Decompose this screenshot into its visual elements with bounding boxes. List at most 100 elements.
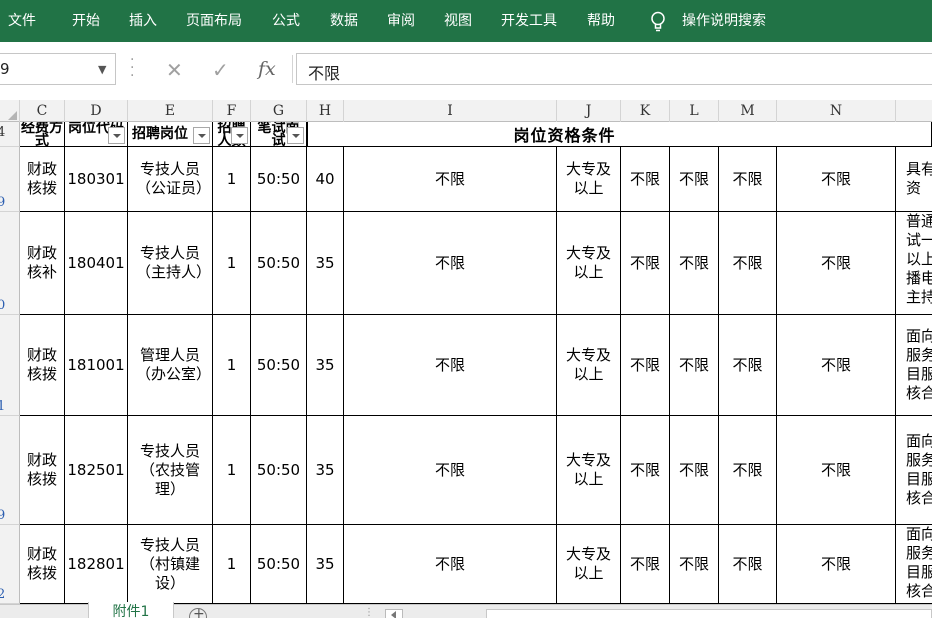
tab-help[interactable]: 帮助: [587, 12, 615, 30]
cell-h[interactable]: 35: [307, 416, 344, 525]
cell-m[interactable]: 不限: [719, 147, 777, 212]
cell-n[interactable]: 不限: [777, 416, 896, 525]
cell-d[interactable]: 181001: [65, 315, 128, 416]
tab-view[interactable]: 视图: [444, 12, 472, 30]
cell-f[interactable]: 1: [213, 416, 251, 525]
chevron-down-icon[interactable]: ▼: [98, 63, 106, 76]
cell-o[interactable]: 面向服务目服核合: [896, 315, 932, 416]
name-box[interactable]: 9 ▼: [0, 53, 116, 85]
cell-i[interactable]: 不限: [344, 212, 557, 315]
cell-o[interactable]: 面向服务目服核合: [896, 416, 932, 525]
cell-j[interactable]: 大专及以上: [557, 212, 621, 315]
cell-m[interactable]: 不限: [719, 525, 777, 604]
tab-insert[interactable]: 插入: [129, 12, 157, 30]
cell-n[interactable]: 不限: [777, 147, 896, 212]
row-header[interactable]: 9: [0, 416, 20, 525]
cell-g[interactable]: 50:50: [251, 212, 307, 315]
cell-l[interactable]: 不限: [670, 416, 719, 525]
cell-n[interactable]: 不限: [777, 212, 896, 315]
cell-i[interactable]: 不限: [344, 147, 557, 212]
tab-data[interactable]: 数据: [330, 12, 358, 30]
cell-d[interactable]: 182501: [65, 416, 128, 525]
cell-n[interactable]: 不限: [777, 315, 896, 416]
cell-k[interactable]: 不限: [621, 212, 670, 315]
cell-o[interactable]: 具有资: [896, 147, 932, 212]
column-header-j[interactable]: J: [557, 100, 621, 122]
filter-dropdown-icon[interactable]: [231, 127, 248, 144]
cell-g[interactable]: 50:50: [251, 315, 307, 416]
cell-f[interactable]: 1: [213, 147, 251, 212]
cell-f[interactable]: 1: [213, 525, 251, 604]
cell-m[interactable]: 不限: [719, 315, 777, 416]
cell-d[interactable]: 182801: [65, 525, 128, 604]
cell-e[interactable]: 专技人员（主持人）: [128, 212, 213, 315]
column-header-g[interactable]: G: [251, 100, 307, 122]
cell-d[interactable]: 180401: [65, 212, 128, 315]
column-header-d[interactable]: D: [65, 100, 128, 122]
check-icon[interactable]: ✓: [212, 58, 229, 82]
cell-d[interactable]: 180301: [65, 147, 128, 212]
cell-e[interactable]: 专技人员（农技管理）: [128, 416, 213, 525]
tab-review[interactable]: 审阅: [387, 12, 415, 30]
tab-page-layout[interactable]: 页面布局: [186, 12, 242, 30]
header-cell-e[interactable]: 招聘岗位: [128, 122, 213, 147]
cell-i[interactable]: 不限: [344, 315, 557, 416]
header-cell-d[interactable]: 岗位代码: [65, 122, 128, 147]
cell-e[interactable]: 管理人员（办公室）: [128, 315, 213, 416]
cell-l[interactable]: 不限: [670, 315, 719, 416]
cell-f[interactable]: 1: [213, 315, 251, 416]
cell-h[interactable]: 40: [307, 147, 344, 212]
cell-h[interactable]: 35: [307, 525, 344, 604]
header-cell-f[interactable]: 招聘人数: [213, 122, 251, 147]
header-cell-c[interactable]: 经费方式: [20, 122, 65, 147]
cell-j[interactable]: 大专及以上: [557, 525, 621, 604]
cell-h[interactable]: 35: [307, 212, 344, 315]
filter-dropdown-icon[interactable]: [287, 127, 304, 144]
cell-g[interactable]: 50:50: [251, 147, 307, 212]
cell-c[interactable]: 财政核拨: [20, 315, 65, 416]
cell-c[interactable]: 财政核拨: [20, 416, 65, 525]
insert-function-icon[interactable]: fx: [258, 58, 276, 80]
column-header-l[interactable]: L: [670, 100, 719, 122]
column-header-c[interactable]: C: [20, 100, 65, 122]
add-sheet-icon[interactable]: [189, 606, 207, 618]
row-header[interactable]: 0: [0, 212, 20, 315]
horizontal-scrollbar[interactable]: [486, 609, 932, 618]
sheet-tab-active[interactable]: 附件1: [88, 602, 174, 618]
tell-me-search[interactable]: 操作说明搜索: [682, 12, 766, 30]
column-header-m[interactable]: M: [719, 100, 777, 122]
filter-dropdown-icon[interactable]: [193, 127, 210, 144]
header-cell-g[interactable]: 笔试面试: [251, 122, 307, 147]
cell-j[interactable]: 大专及以上: [557, 147, 621, 212]
scroll-left-icon[interactable]: [385, 609, 403, 618]
cell-e[interactable]: 专技人员（公证员）: [128, 147, 213, 212]
cell-k[interactable]: 不限: [621, 315, 670, 416]
cell-k[interactable]: 不限: [621, 147, 670, 212]
row-header[interactable]: 2: [0, 525, 20, 604]
cell-l[interactable]: 不限: [670, 212, 719, 315]
cell-c[interactable]: 财政核拨: [20, 147, 65, 212]
cell-i[interactable]: 不限: [344, 525, 557, 604]
column-header-i[interactable]: I: [344, 100, 557, 122]
cell-k[interactable]: 不限: [621, 525, 670, 604]
cancel-icon[interactable]: ✕: [166, 58, 183, 82]
column-header-e[interactable]: E: [128, 100, 213, 122]
cell-m[interactable]: 不限: [719, 212, 777, 315]
cell-m[interactable]: 不限: [719, 416, 777, 525]
cell-o[interactable]: 面向服务目服核合: [896, 525, 932, 604]
column-header-h[interactable]: H: [307, 100, 344, 122]
cell-l[interactable]: 不限: [670, 147, 719, 212]
row-header[interactable]: 9: [0, 147, 20, 212]
row-header[interactable]: 1: [0, 315, 20, 416]
column-header-n[interactable]: N: [777, 100, 896, 122]
column-header-o[interactable]: [896, 100, 932, 122]
cell-h[interactable]: 35: [307, 315, 344, 416]
tab-file[interactable]: 文件: [8, 12, 36, 30]
lightbulb-icon[interactable]: [650, 11, 666, 33]
cell-l[interactable]: 不限: [670, 525, 719, 604]
cell-j[interactable]: 大专及以上: [557, 315, 621, 416]
cell-c[interactable]: 财政核补: [20, 212, 65, 315]
cell-n[interactable]: 不限: [777, 525, 896, 604]
merged-header-qualifications[interactable]: 岗位资格条件: [307, 122, 932, 147]
filter-dropdown-icon[interactable]: [108, 127, 125, 144]
